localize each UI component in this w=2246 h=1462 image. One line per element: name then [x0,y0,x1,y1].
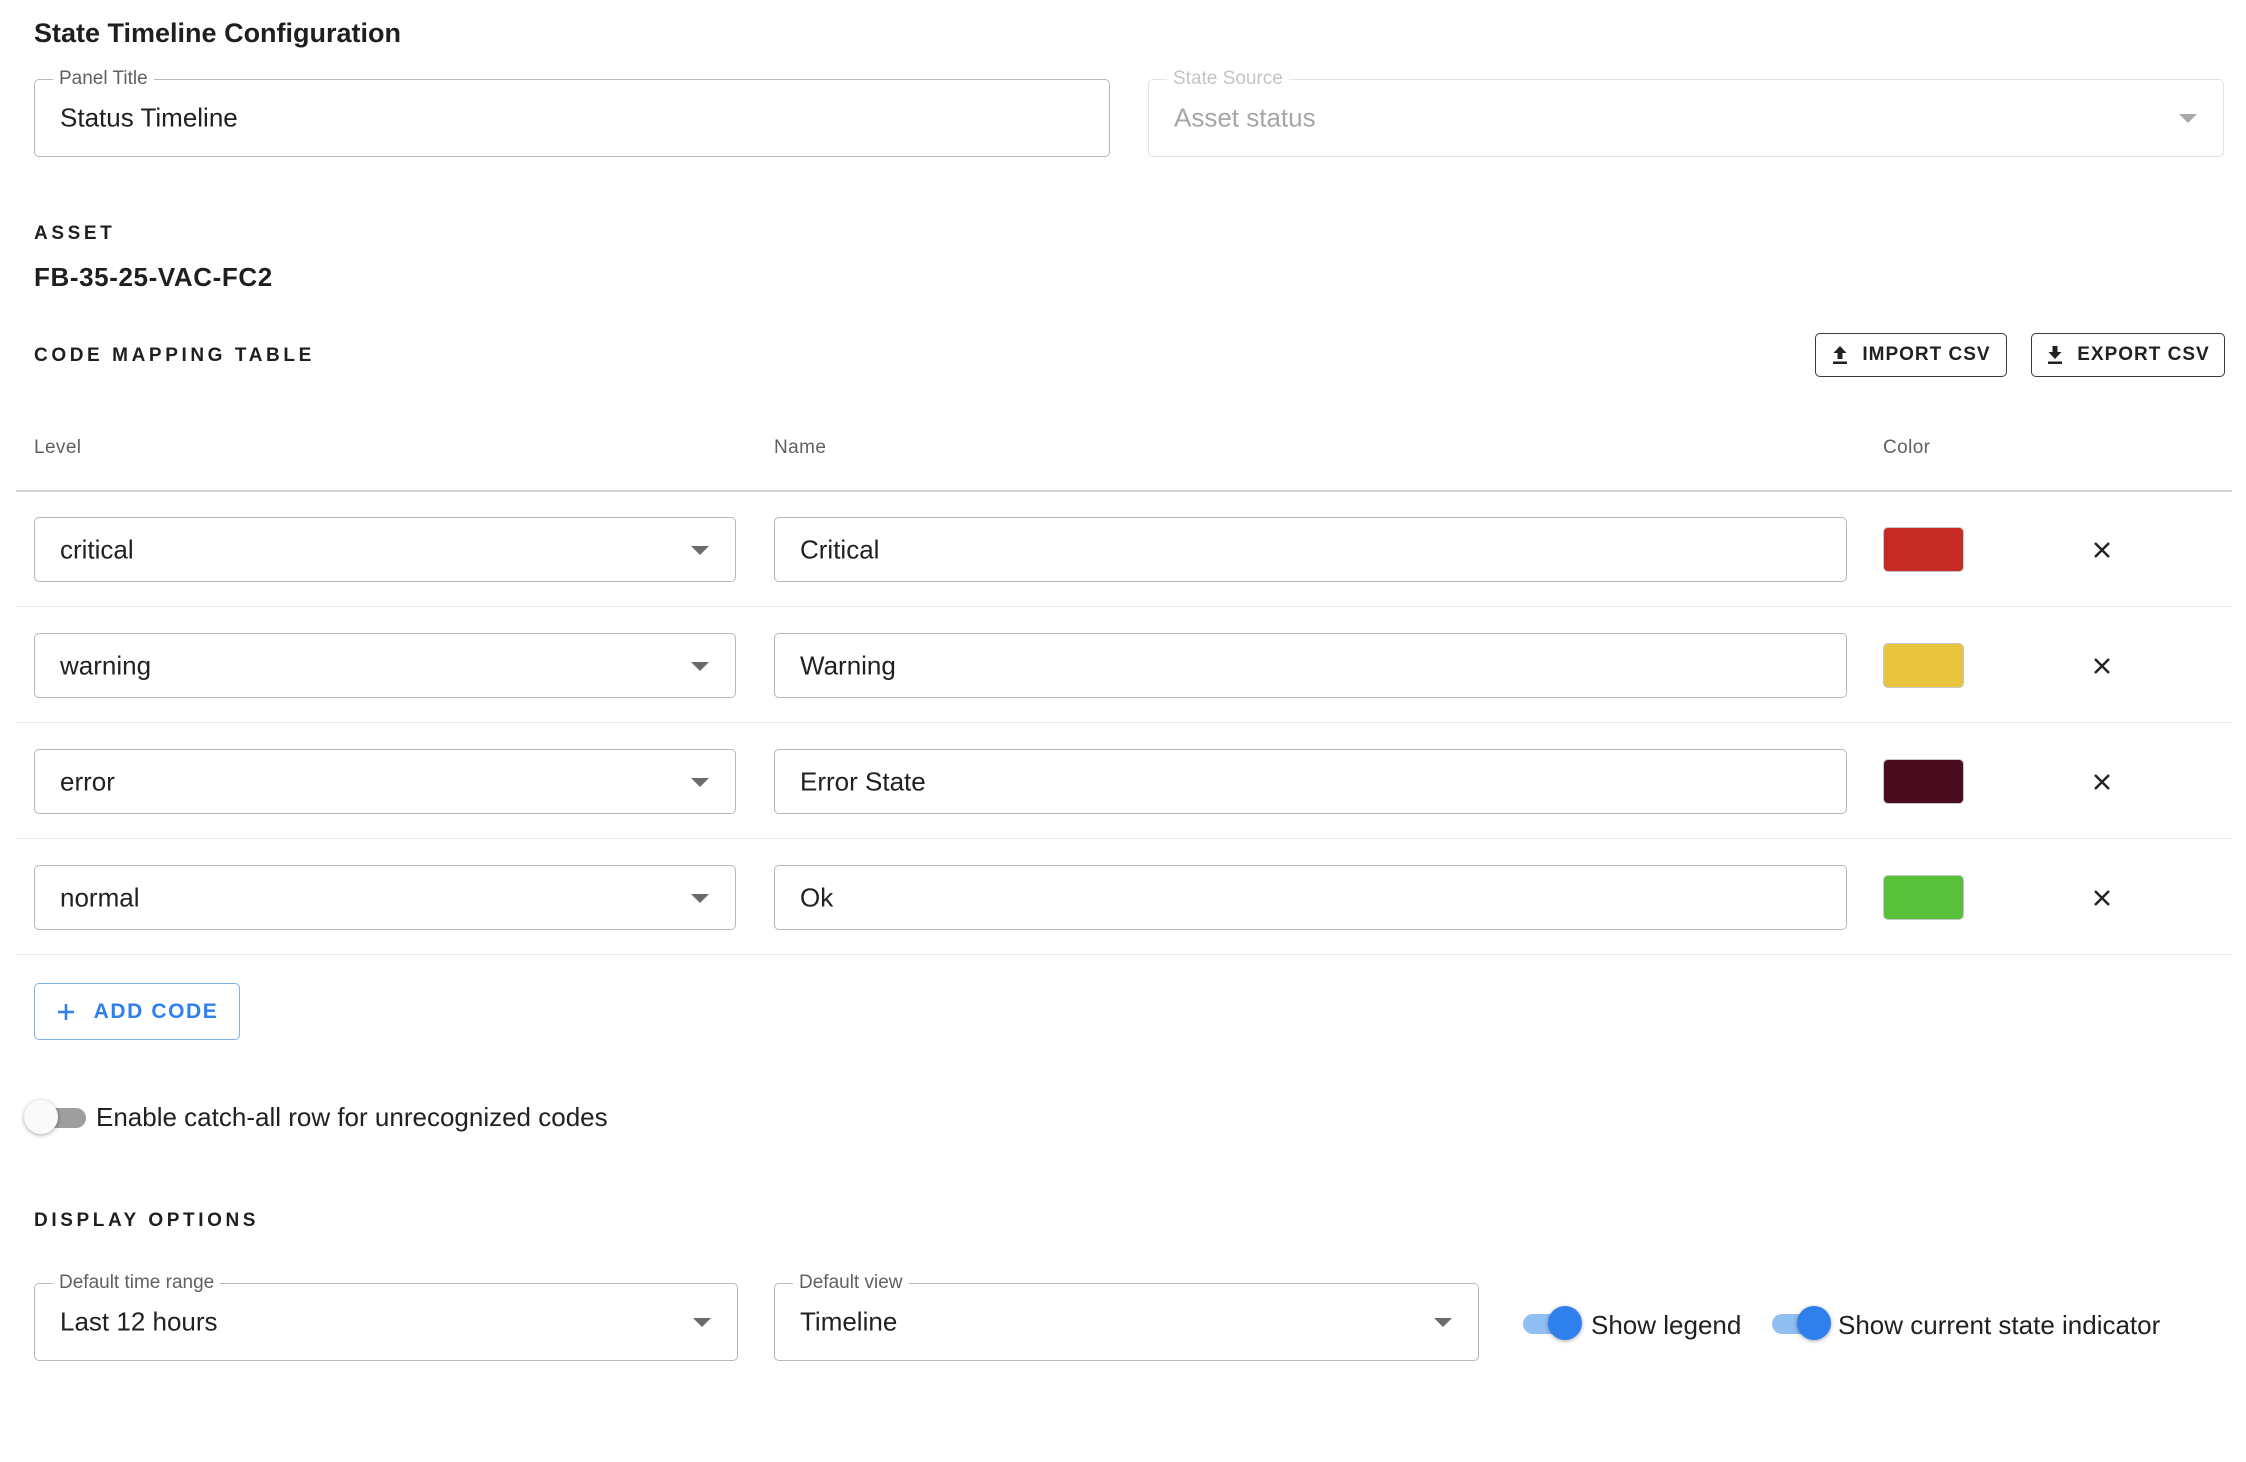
color-swatch[interactable] [1883,527,1964,572]
color-swatch[interactable] [1883,643,1964,688]
page-title: State Timeline Configuration [34,18,402,48]
color-swatch[interactable] [1883,875,1964,920]
table-row: critical Critical [16,491,2232,607]
show-legend-toggle[interactable] [1515,1306,1582,1340]
show-current-state-label: Show current state indicator [1838,1310,2161,1340]
arrow-drop-down-icon [693,1318,711,1327]
table-row: normal Ok [16,839,2232,955]
level-select[interactable]: normal [34,865,736,930]
name-value: Error State [800,766,926,796]
panel-title-label: Panel Title [53,68,154,90]
close-icon [2094,774,2110,790]
time-range-value: Last 12 hours [60,1306,218,1337]
panel-title-value: Status Timeline [60,102,238,133]
level-value: critical [60,534,134,564]
level-select[interactable]: error [34,749,736,814]
import-csv-label: IMPORT CSV [1862,344,1991,365]
asset-id: FB-35-25-VAC-FC2 [34,262,273,292]
catch-all-label: Enable catch-all row for unrecognized co… [96,1102,608,1132]
name-value: Critical [800,534,880,564]
time-range-label: Default time range [53,1272,221,1294]
toggle-thumb [24,1100,58,1134]
toggle-thumb [1548,1306,1582,1340]
name-input[interactable]: Critical [774,517,1847,582]
arrow-drop-down-icon [1434,1318,1452,1327]
state-source-select: State Source Asset status [1148,68,2224,157]
close-icon [2094,542,2110,558]
name-value: Ok [800,882,834,912]
import-csv-button[interactable]: IMPORT CSV [1815,333,2007,377]
color-swatch[interactable] [1883,759,1964,804]
level-value: warning [60,650,152,680]
arrow-drop-down-icon [691,545,709,555]
show-current-state-toggle[interactable] [1764,1306,1831,1340]
add-code-button[interactable]: ADD CODE [34,983,240,1040]
name-input[interactable]: Ok [774,865,1847,930]
plus-icon [57,1003,74,1020]
arrow-drop-down-icon [2179,114,2197,123]
arrow-drop-down-icon [691,661,709,671]
level-value: normal [60,882,140,912]
toggle-thumb [1797,1306,1831,1340]
close-icon [2094,658,2110,674]
show-legend-label: Show legend [1591,1310,1742,1340]
remove-row-button[interactable] [2085,765,2119,799]
column-header-color: Color [1883,437,1931,458]
name-value: Warning [800,650,896,680]
download-icon [2048,346,2063,364]
display-options-section-title: DISPLAY OPTIONS [34,1210,260,1231]
state-source-value: Asset status [1174,102,1316,133]
default-view-select[interactable]: Default view Timeline [774,1272,1479,1361]
name-input[interactable]: Warning [774,633,1847,698]
level-select[interactable]: warning [34,633,736,698]
panel-title-field[interactable]: Panel Title Status Timeline [34,68,1110,157]
state-source-label: State Source [1167,68,1289,90]
asset-section-title: ASSET [34,223,116,244]
default-view-label: Default view [793,1272,909,1294]
remove-row-button[interactable] [2085,649,2119,683]
default-view-value: Timeline [800,1306,898,1337]
level-value: error [60,766,115,796]
table-row: error Error State [16,723,2232,839]
column-header-name: Name [774,437,827,458]
export-csv-label: EXPORT CSV [2077,344,2210,365]
time-range-select[interactable]: Default time range Last 12 hours [34,1272,738,1361]
remove-row-button[interactable] [2085,881,2119,915]
name-input[interactable]: Error State [774,749,1847,814]
table-row: warning Warning [16,607,2232,723]
close-icon [2094,890,2110,906]
upload-icon [1833,346,1848,364]
add-code-label: ADD CODE [93,999,219,1023]
arrow-drop-down-icon [691,777,709,787]
export-csv-button[interactable]: EXPORT CSV [2031,333,2225,377]
remove-row-button[interactable] [2085,533,2119,567]
column-header-level: Level [34,437,82,458]
level-select[interactable]: critical [34,517,736,582]
code-mapping-section-title: CODE MAPPING TABLE [34,345,315,366]
catch-all-toggle[interactable] [24,1100,90,1134]
arrow-drop-down-icon [691,893,709,903]
